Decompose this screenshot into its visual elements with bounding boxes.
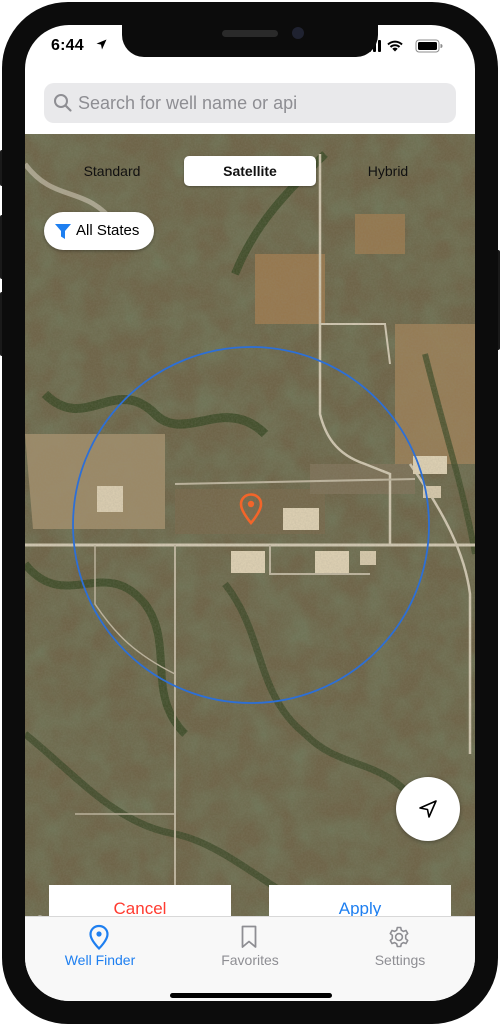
tab-settings[interactable]: Settings [325,917,475,977]
front-camera [292,27,304,39]
map-pin-marker-icon[interactable] [239,493,263,525]
earpiece-speaker [222,30,278,37]
cancel-button[interactable]: Cancel [49,885,231,916]
gear-icon [389,926,409,948]
tab-label-settings: Settings [374,952,426,968]
screen: 6:44 Search for well name or api Standar… [25,25,475,1001]
phone-frame: 6:44 Search for well name or api Standar… [0,0,500,1026]
current-location-button[interactable] [396,777,460,841]
bookmark-icon [241,925,257,948]
state-filter-label: All States [76,222,140,239]
map-type-standard[interactable]: Standard [52,156,172,186]
home-indicator[interactable] [170,993,332,998]
location-arrow-icon [96,39,107,50]
map-type-hybrid[interactable]: Hybrid [328,156,448,186]
search-input[interactable] [78,83,448,123]
tab-well-finder[interactable]: Well Finder [25,917,175,977]
map-type-satellite[interactable]: Satellite [184,156,316,186]
status-icons [363,39,459,53]
tab-label-well-finder: Well Finder [64,952,136,968]
tab-favorites[interactable]: Favorites [175,917,325,977]
search-area [25,69,475,134]
tab-label-favorites: Favorites [221,952,279,968]
search-icon [54,94,72,112]
search-bar[interactable] [44,83,456,123]
state-filter-button[interactable]: All States [44,212,154,250]
status-time: 6:44 [51,37,84,54]
notch [122,25,378,57]
map-type-selector: Standard Satellite Hybrid [25,156,475,188]
navigation-arrow-icon [419,800,437,818]
signal-wifi-battery-icons [363,39,443,53]
apply-button[interactable]: Apply [269,885,451,916]
filter-funnel-icon [55,224,71,239]
map-pin-icon [89,924,109,950]
tab-bar: Well Finder Favorites Settings [25,916,475,1001]
satellite-map[interactable]: Standard Satellite Hybrid All States Can… [25,134,475,916]
